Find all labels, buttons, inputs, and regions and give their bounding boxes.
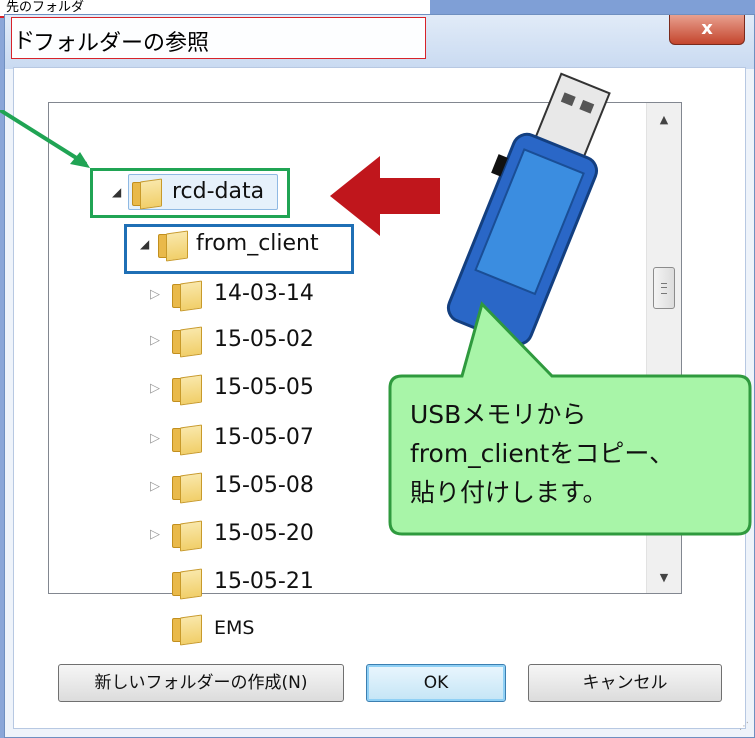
tree-node-label: EMS <box>214 617 255 639</box>
tree-node-label: 15-05-21 <box>214 569 314 594</box>
folder-icon <box>172 326 202 358</box>
close-button[interactable]: x <box>669 15 745 45</box>
new-folder-button[interactable]: 新しいフォルダーの作成(N) <box>58 664 344 702</box>
callout-line-2: from_clientをコピー、 <box>410 439 675 468</box>
folder-icon <box>172 424 202 456</box>
background-strip-text: 先のフォルダ <box>6 0 85 15</box>
ok-button[interactable]: OK <box>366 664 506 702</box>
callout-line-3: 貼り付けします。 <box>410 478 608 507</box>
scroll-up-arrow-icon[interactable]: ▲ <box>647 107 681 133</box>
cancel-button[interactable]: キャンセル <box>528 664 722 702</box>
resize-grip-icon[interactable]: ⋰ <box>739 722 751 734</box>
collapsed-arrow-icon[interactable]: ▷ <box>150 333 160 348</box>
folder-icon <box>172 568 202 600</box>
collapsed-arrow-icon[interactable]: ▷ <box>150 479 160 494</box>
tree-node-label: 14-03-14 <box>214 281 314 306</box>
scrollbar-grip-icon <box>661 283 667 294</box>
collapsed-arrow-icon[interactable]: ▷ <box>150 381 160 396</box>
rcd-data-highlight-box <box>90 168 290 218</box>
callout-text: USBメモリから from_clientをコピー、 貼り付けします。 <box>410 395 740 512</box>
collapsed-arrow-icon[interactable]: ▷ <box>150 431 160 446</box>
dialog-titlebar: ド フォルダーの参照 x <box>5 15 754 69</box>
tree-node-label: 15-05-05 <box>214 375 314 400</box>
folder-icon <box>172 374 202 406</box>
folder-icon <box>172 520 202 552</box>
title-prefix-text: ド <box>13 29 36 54</box>
green-pointer-arrow-icon <box>0 110 90 168</box>
scroll-down-arrow-icon[interactable]: ▼ <box>647 565 681 591</box>
folder-icon <box>172 472 202 504</box>
collapsed-arrow-icon[interactable]: ▷ <box>150 527 160 542</box>
tree-node-label: 15-05-08 <box>214 473 314 498</box>
collapsed-arrow-icon[interactable]: ▷ <box>150 287 160 302</box>
callout-line-1: USBメモリから <box>410 400 587 429</box>
close-icon: x <box>701 18 713 39</box>
tree-node-label: 15-05-07 <box>214 425 314 450</box>
tree-node-label: 15-05-02 <box>214 327 314 352</box>
folder-icon <box>172 614 202 646</box>
tree-node-label: 15-05-20 <box>214 521 314 546</box>
from-client-highlight-box <box>124 224 354 274</box>
folder-icon <box>172 280 202 312</box>
dialog-title: フォルダーの参照 <box>33 31 210 56</box>
